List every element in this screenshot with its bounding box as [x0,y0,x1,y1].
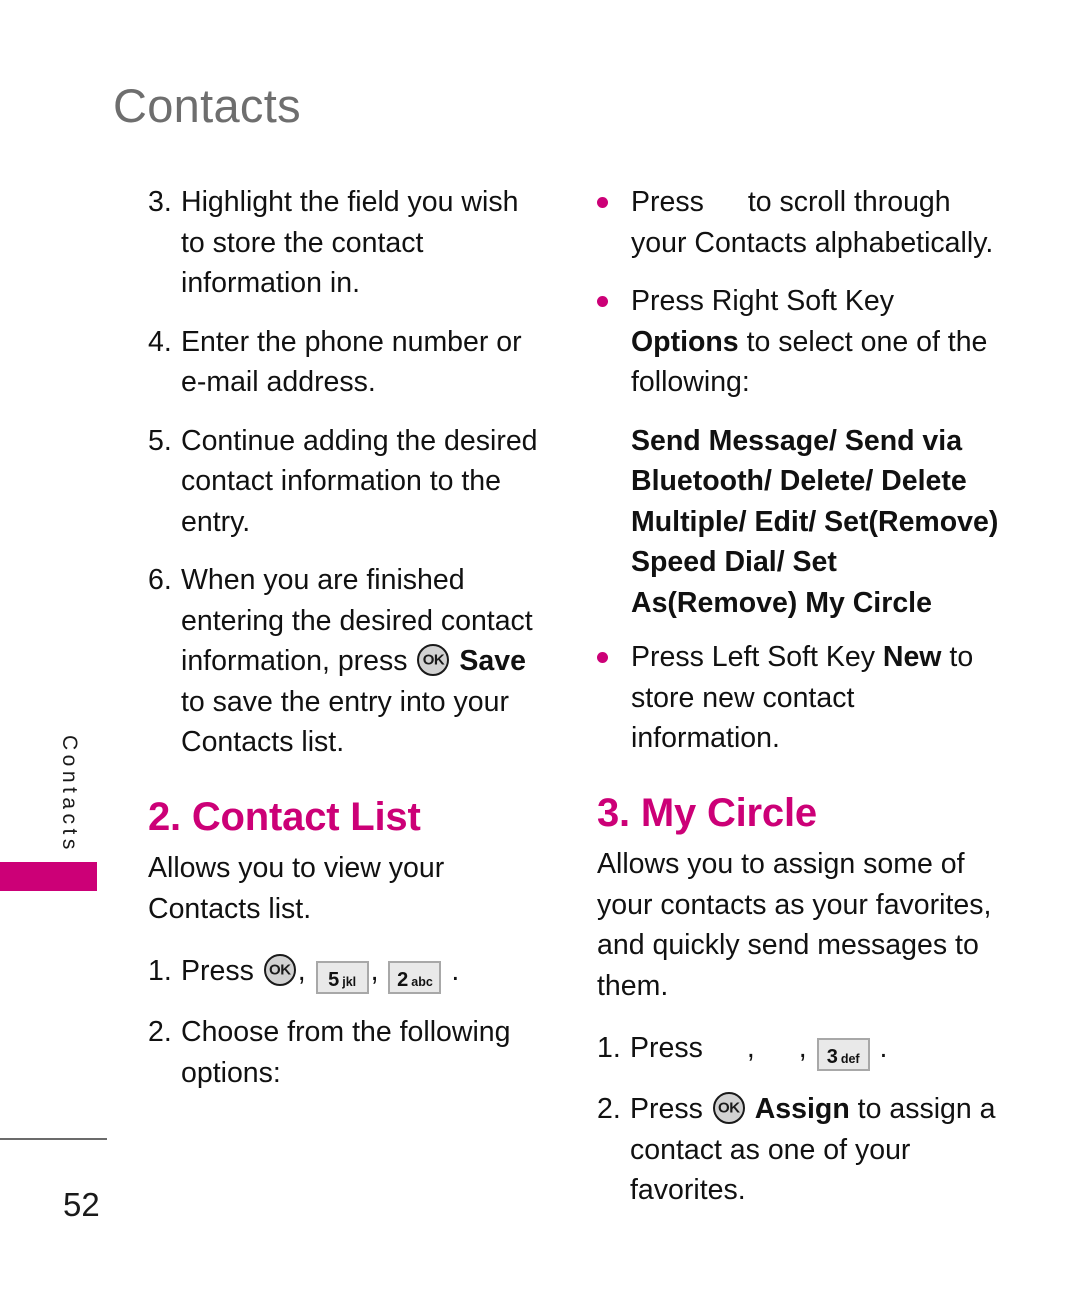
ok-key-label: OK [269,961,291,979]
ok-key-icon: OK [417,644,450,676]
list-item-number: 1. [148,955,172,987]
footer-divider [0,1138,107,1140]
list-item-text: Press Right Soft Key Options to select o… [631,281,1002,403]
step6-text-after: to save the entry into your Contacts lis… [181,685,509,759]
list-item: 4. Enter the phone number or e-mail addr… [148,322,548,403]
key-terminator: . [879,1032,888,1064]
list-item: 2. Press OK Assign to assign a contact a… [597,1089,1002,1211]
list-item: 2. Choose from the following options: [148,1012,548,1093]
key-icon-missing [703,1037,747,1059]
bullet-text-before: Press Right Soft Key [631,285,894,317]
numeric-key-letters: def [840,1052,860,1066]
list-item-text: Press Left Soft Key New to store new con… [631,637,1002,759]
list-item: Press Right Soft Key Options to select o… [597,281,1002,403]
new-label: New [882,641,942,673]
section-heading-my-circle: 3. My Circle [597,790,817,835]
navigation-key-icon [704,191,748,213]
page-title: Contacts [113,79,301,132]
side-tab: Contacts [58,735,100,865]
list-item-number: 2. [597,1093,621,1125]
press-label: Press [630,1093,703,1125]
bullet-icon [597,281,631,403]
bullet-icon [597,182,631,263]
list-item-text: Highlight the field you wish to store th… [181,186,519,299]
press-label: Press [630,1032,703,1064]
list-item-text: Press OK, 5 jkl, 2 abc . [181,951,548,994]
left-column: 3. Highlight the field you wish to store… [148,182,548,1111]
press-label: Press [181,955,254,987]
key-terminator: . [451,955,460,987]
list-item: 5. Continue adding the desired contact i… [148,421,548,543]
list-item: 3. Highlight the field you wish to store… [148,182,548,304]
numeric-key-letters: jkl [342,975,357,989]
list-item: 1. Press OK, 5 jkl, 2 abc . [148,951,548,994]
key-separator: , [746,1032,755,1064]
list-item: 1. Press,, 3 def . [597,1028,1002,1071]
right-column: Press to scroll through your Contacts alp… [597,182,1002,1229]
section-lead-text: Allows you to assign some of your contac… [597,848,992,1002]
numeric-key-digit: 5 [328,969,340,991]
numeric-key-2-icon: 2 abc [388,961,442,994]
ok-key-label: OK [718,1099,740,1117]
numeric-key-digit: 3 [826,1046,838,1068]
options-list: Send Message/ Send via Bluetooth/ Delete… [631,424,999,619]
bullet-text-before: Press [631,186,704,218]
ok-key-icon: OK [263,954,296,986]
side-tab-label: Contacts [58,735,81,854]
options-label: Options [631,325,739,358]
list-item-text: Enter the phone number or e-mail address… [181,325,522,399]
bullet-icon [597,637,631,759]
ok-key-label: OK [422,651,445,669]
key-separator: , [798,1032,807,1064]
list-item: 6. When you are finished entering the de… [148,560,548,763]
numeric-key-3-icon: 3 def [816,1038,870,1071]
list-item-text: Continue adding the desired contact info… [181,424,538,538]
list-item-text: Press,, 3 def . [630,1028,1002,1071]
bullet-text-before: Press Left Soft Key [631,641,875,673]
section-lead-text: Allows you to view your Contacts list. [148,852,445,925]
list-item-number: 5. [148,424,172,457]
list-item-number: 4. [148,325,172,358]
page-number: 52 [63,1186,100,1223]
save-label: Save [459,645,526,677]
key-separator: , [370,955,379,987]
list-item-text: When you are finished entering the desir… [181,560,548,763]
ok-key-icon: OK [712,1092,745,1124]
list-item: Press Left Soft Key New to store new con… [597,637,1002,759]
side-tab-accent-bar [0,862,97,891]
list-item-text: Press to scroll through your Contacts alp… [631,182,1002,263]
assign-label: Assign [754,1093,850,1125]
numeric-key-digit: 2 [397,969,409,991]
key-separator: , [297,955,306,987]
list-item-number: 3. [148,186,172,218]
list-item-text: Choose from the following options: [181,1016,511,1089]
list-item-number: 1. [597,1032,621,1064]
list-item-number: 6. [148,564,172,596]
list-item-number: 2. [148,1016,172,1048]
list-item-text: Press OK Assign to assign a contact as o… [630,1089,1002,1211]
section-heading-contact-list: 2. Contact List [148,794,421,839]
numeric-key-letters: abc [411,975,433,989]
list-item: Press to scroll through your Contacts alp… [597,182,1002,263]
numeric-key-5-icon: 5 jkl [315,961,369,994]
key-icon-missing [755,1037,799,1059]
